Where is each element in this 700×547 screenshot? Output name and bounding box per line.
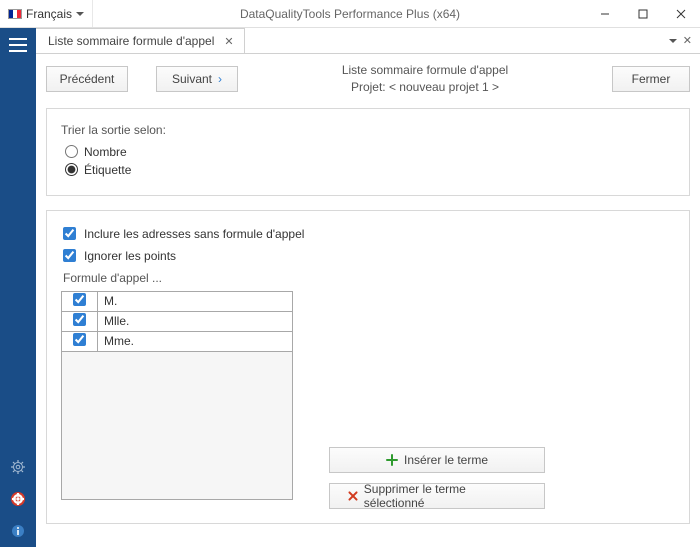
tab-label: Liste sommaire formule d'appel (48, 34, 214, 48)
plus-icon (386, 454, 398, 466)
next-button[interactable]: Suivant › (156, 66, 238, 92)
sort-option-number[interactable]: Nombre (65, 145, 675, 159)
chevron-down-icon (76, 12, 84, 16)
maximize-button[interactable] (624, 0, 662, 27)
include-no-salutation-row[interactable]: Inclure les adresses sans formule d'appe… (63, 227, 675, 241)
lifebuoy-icon (10, 491, 26, 507)
prev-button[interactable]: Précédent (46, 66, 128, 92)
hamburger-icon[interactable] (9, 38, 27, 52)
ignore-dots-row[interactable]: Ignorer les points (63, 249, 675, 263)
row-checkbox[interactable] (73, 313, 86, 326)
table-row[interactable]: Mlle. (62, 311, 293, 331)
sort-option-label[interactable]: Étiquette (65, 163, 675, 177)
info-button[interactable] (4, 517, 32, 545)
title-bar: Français DataQualityTools Performance Pl… (0, 0, 700, 28)
salutation-panel: Inclure les adresses sans formule d'appe… (46, 210, 690, 524)
language-label: Français (26, 7, 72, 21)
row-check-cell[interactable] (62, 311, 98, 331)
ignore-dots-checkbox[interactable] (63, 249, 76, 262)
window-title: DataQualityTools Performance Plus (x64) (240, 7, 460, 21)
table-row[interactable]: Mme. (62, 331, 293, 351)
radio-label[interactable] (65, 163, 78, 176)
gear-icon (10, 459, 26, 475)
row-checkbox[interactable] (73, 333, 86, 346)
help-button[interactable] (4, 485, 32, 513)
page-heading: Liste sommaire formule d'appel Projet: <… (266, 62, 584, 96)
close-window-button[interactable] (662, 0, 700, 27)
row-check-cell[interactable] (62, 291, 98, 311)
close-tab-icon[interactable]: ✕ (224, 35, 233, 48)
minimize-button[interactable] (586, 0, 624, 27)
row-value-cell[interactable]: Mlle. (98, 311, 293, 331)
insert-term-button[interactable]: Insérer le terme (329, 447, 545, 473)
salutation-grid[interactable]: M.Mlle.Mme. (61, 291, 293, 500)
row-value-cell[interactable]: Mme. (98, 331, 293, 351)
close-button[interactable]: Fermer (612, 66, 690, 92)
chevron-right-icon: › (218, 72, 222, 86)
delete-icon (348, 491, 358, 501)
tab-strip: Liste sommaire formule d'appel ✕ ✕ (36, 28, 700, 54)
table-row[interactable]: M. (62, 291, 293, 311)
window-controls (586, 0, 700, 27)
row-check-cell[interactable] (62, 331, 98, 351)
settings-button[interactable] (4, 453, 32, 481)
include-no-salutation-checkbox[interactable] (63, 227, 76, 240)
delete-term-button[interactable]: Supprimer le terme sélectionné (329, 483, 545, 509)
info-icon (11, 524, 25, 538)
grid-empty-area (61, 352, 293, 500)
sidebar (0, 28, 36, 547)
row-checkbox[interactable] (73, 293, 86, 306)
close-all-tabs-icon[interactable]: ✕ (683, 34, 692, 47)
language-selector[interactable]: Français (0, 0, 93, 27)
sort-panel: Trier la sortie selon: Nombre Étiquette (46, 108, 690, 196)
tab-overflow-icon[interactable] (669, 39, 677, 43)
radio-number[interactable] (65, 145, 78, 158)
tab-summary-list[interactable]: Liste sommaire formule d'appel ✕ (36, 28, 245, 53)
sort-heading: Trier la sortie selon: (61, 123, 675, 137)
flag-fr-icon (8, 9, 22, 19)
salutation-list-heading: Formule d'appel ... (63, 271, 675, 285)
row-value-cell[interactable]: M. (98, 291, 293, 311)
